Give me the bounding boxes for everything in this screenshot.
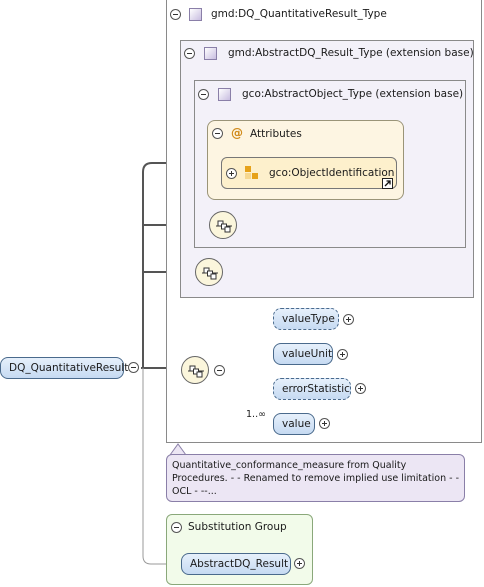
attribute-group-icon [245, 166, 259, 180]
inner-type-name: gco:AbstractObject_Type (extension base) [242, 88, 464, 100]
outer-type-icon [189, 8, 202, 21]
sequence-compositor-icon[interactable] [209, 211, 237, 239]
error-statistic-expand-toggle[interactable] [355, 383, 366, 394]
attribute-group-name: gco:ObjectIdentification [269, 167, 395, 179]
annotation-text: Quantitative_conformance_measure from Qu… [172, 460, 460, 497]
element-error-statistic[interactable]: errorStatistic [273, 378, 351, 400]
substitution-element[interactable]: AbstractDQ_Result [181, 553, 291, 575]
middle-type-collapse-toggle[interactable] [184, 48, 195, 59]
substitution-element-expand-toggle[interactable] [294, 558, 305, 569]
middle-type-name: gmd:AbstractDQ_Result_Type (extension ba… [228, 47, 474, 59]
substitution-group-collapse-toggle[interactable] [171, 522, 182, 533]
element-value-unit[interactable]: valueUnit [273, 343, 333, 365]
outer-type-name: gmd:DQ_QuantitativeResult_Type [211, 8, 387, 20]
inner-type-collapse-toggle[interactable] [198, 89, 209, 100]
sequence-collapse-toggle[interactable] [214, 365, 225, 376]
attribute-group-expand-toggle[interactable] [226, 168, 237, 179]
value-expand-toggle[interactable] [319, 418, 330, 429]
element-value-type[interactable]: valueType [273, 308, 339, 330]
value-type-expand-toggle[interactable] [343, 314, 354, 325]
substitution-group-label: Substitution Group [188, 521, 287, 533]
attributes-collapse-toggle[interactable] [212, 128, 223, 139]
middle-type-icon [204, 47, 217, 60]
outer-type-collapse-toggle[interactable] [170, 9, 181, 20]
link-arrow-icon[interactable] [382, 178, 393, 189]
root-element[interactable]: DQ_QuantitativeResult [0, 357, 128, 379]
sequence-compositor-icon[interactable] [195, 258, 223, 286]
value-multiplicity: 1..∞ [246, 409, 266, 420]
value-unit-expand-toggle[interactable] [337, 349, 348, 360]
inner-type-icon [218, 88, 231, 101]
attributes-label: Attributes [250, 128, 302, 140]
annotation-box: Quantitative_conformance_measure from Qu… [166, 454, 465, 502]
root-element-collapse-toggle[interactable] [128, 362, 139, 373]
at-sign-icon: @ [231, 126, 243, 140]
sequence-compositor-icon[interactable] [181, 356, 209, 384]
element-value[interactable]: value [273, 413, 315, 435]
